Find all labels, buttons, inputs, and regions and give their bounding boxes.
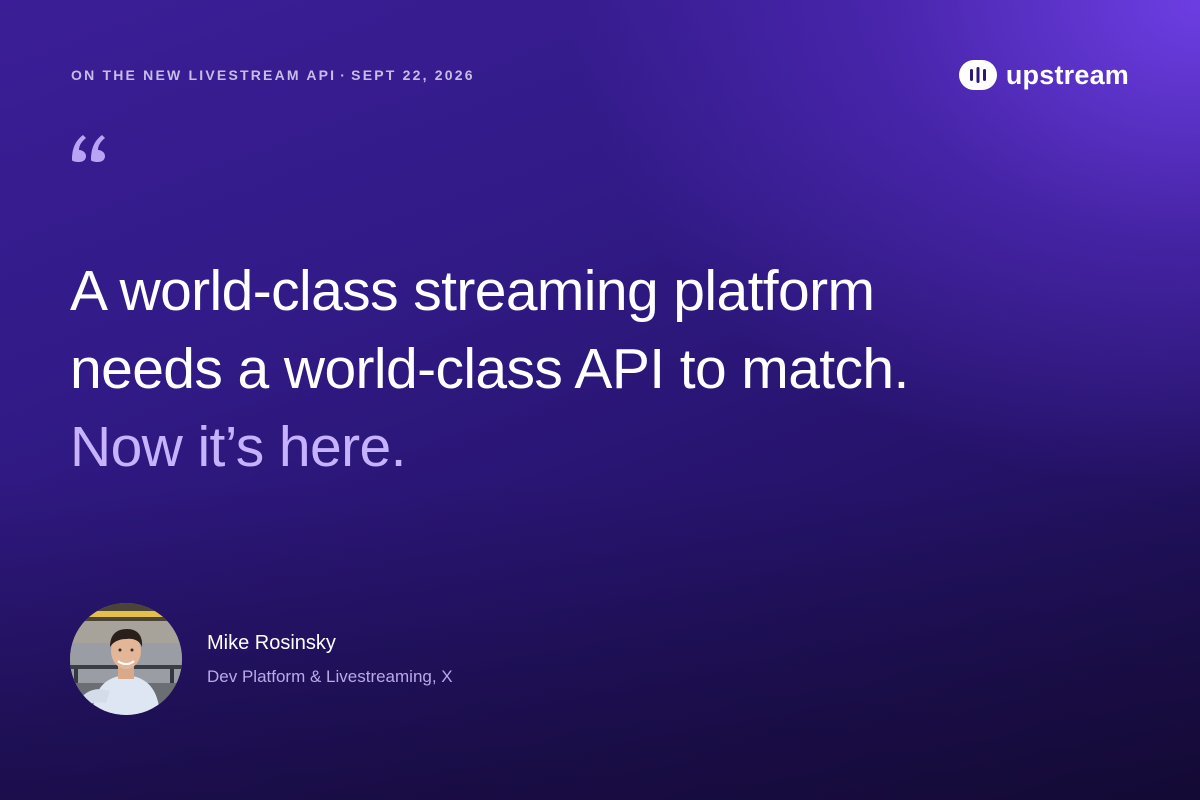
brand-logo: upstream	[958, 60, 1129, 90]
eyebrow-topic: ON THE NEW LIVESTREAM API	[71, 67, 337, 83]
author-avatar	[70, 603, 182, 715]
quote-line-1: A world-class streaming platform	[70, 259, 875, 323]
author-block: Mike Rosinsky Dev Platform & Livestreami…	[70, 603, 453, 715]
author-name: Mike Rosinsky	[207, 631, 336, 654]
eyebrow-label: ON THE NEW LIVESTREAM API · SEPT 22, 2026	[71, 67, 475, 83]
upstream-logo-bars	[969, 67, 986, 83]
brand-name: upstream	[1005, 60, 1129, 90]
quote-card: ON THE NEW LIVESTREAM API · SEPT 22, 2026 …	[0, 0, 1200, 800]
quote-highlight: Now it’s here.	[70, 415, 406, 479]
quote-line-2: needs a world-class API to match.	[70, 337, 909, 401]
author-text: Mike Rosinsky Dev Platform & Livestreami…	[207, 632, 453, 687]
person-photo-avatar	[70, 603, 182, 715]
author-role: Dev Platform & Livestreaming, X	[207, 666, 453, 686]
quotation-mark-icon	[70, 130, 110, 169]
eyebrow-separator: ·	[340, 67, 348, 83]
upstream-logo-icon	[958, 60, 997, 90]
quote-text: A world-class streaming platform needs a…	[70, 252, 1130, 486]
eyebrow-date: SEPT 22, 2026	[351, 67, 475, 83]
